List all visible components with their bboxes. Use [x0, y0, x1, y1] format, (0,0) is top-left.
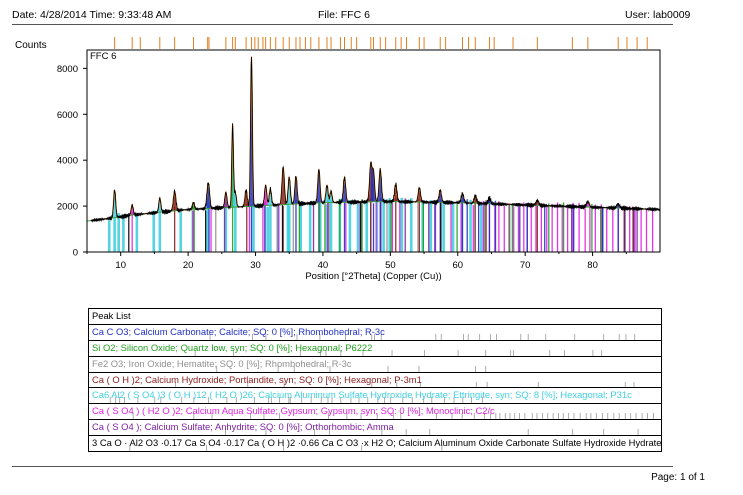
phase-row: Si O2; Silicon Oxide; Quartz low, syn; S… — [89, 341, 661, 357]
phase-row: Ca C O3; Calcium Carbonate; Calcite; SQ:… — [89, 325, 661, 341]
footer-rule — [12, 466, 673, 467]
y-tick-label: 0 — [73, 248, 78, 259]
x-tick-label: 60 — [452, 260, 463, 271]
y-tick-label: 8000 — [57, 64, 78, 75]
phase-name: 3 Ca O · Al2 O3 ·0.17 Ca S O4 ·0.17 Ca (… — [92, 437, 661, 449]
x-tick-label: 70 — [520, 260, 531, 271]
top-peak-ticks — [114, 37, 648, 49]
phase-name: Ca ( S O4 ) ( H2 O )2; Calcium Aqua Sulf… — [92, 405, 495, 417]
x-tick-label: 30 — [250, 260, 261, 271]
page-number: Page: 1 of 1 — [651, 472, 705, 483]
x-tick-label: 50 — [385, 260, 396, 271]
phase-name: Ca ( S O4 ); Calcium Sulfate; Anhydrite;… — [92, 421, 394, 433]
phase-name: Fe2 O3; Iron Oxide; Hematite; SQ: 0 [%];… — [92, 357, 352, 369]
phase-row: Fe2 O3; Iron Oxide; Hematite; SQ: 0 [%];… — [89, 357, 661, 373]
phase-row: Ca6 Al2 ( S O4 )3 ( O H )12 ( H2 O )26; … — [89, 388, 661, 405]
phase-row: 3 Ca O · Al2 O3 ·0.17 Ca S O4 ·0.17 Ca (… — [89, 436, 661, 452]
x-tick-label: 10 — [115, 260, 126, 271]
phase-table: Peak List Ca C O3; Calcium Carbonate; Ca… — [88, 308, 662, 453]
sample-label: FFC 6 — [90, 51, 116, 62]
phase-row: Ca ( S O4 ) ( H2 O )2; Calcium Aqua Sulf… — [89, 404, 661, 421]
x-tick-label: 80 — [587, 260, 598, 271]
phase-row: Ca ( O H )2; Calcium Hydroxide; Portland… — [89, 373, 661, 389]
y-tick-label: 6000 — [57, 110, 78, 121]
phase-name: Ca6 Al2 ( S O4 )3 ( O H )12 ( H2 O )26; … — [92, 389, 632, 401]
x-axis-label: Position [°2Theta] (Copper (Cu)) — [305, 271, 441, 282]
phase-row: Ca ( S O4 ); Calcium Sulfate; Anhydrite;… — [89, 420, 661, 437]
phase-name: Si O2; Silicon Oxide; Quartz low, syn; S… — [92, 341, 373, 353]
y-tick-label: 2000 — [57, 202, 78, 213]
observed-pattern — [90, 56, 661, 223]
xrd-plot: FFC 6 0 2000 4000 6000 8000 10 20 30 40 50 60 70 80 Po… — [57, 37, 661, 282]
y-tick-label: 4000 — [57, 156, 78, 167]
phase-name: Ca C O3; Calcium Carbonate; Calcite; SQ:… — [92, 325, 385, 337]
x-tick-label: 20 — [183, 260, 194, 271]
x-tick-label: 40 — [318, 260, 329, 271]
peak-list-label: Peak List — [92, 310, 131, 321]
peak-list-row: Peak List — [89, 309, 661, 325]
phase-name: Ca ( O H )2; Calcium Hydroxide; Portland… — [92, 373, 422, 385]
